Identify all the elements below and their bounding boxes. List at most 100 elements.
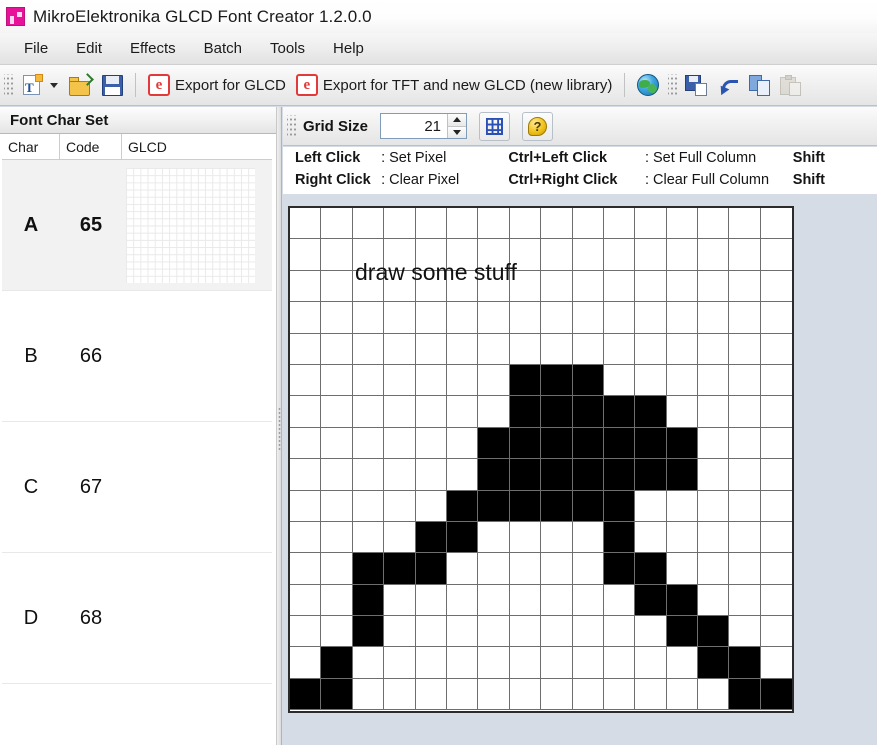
pixel-cell[interactable] (541, 584, 573, 617)
pixel-cell[interactable] (290, 584, 322, 617)
pixel-cell[interactable] (541, 616, 573, 648)
pixel-cell[interactable] (603, 427, 636, 460)
pixel-cell[interactable] (290, 678, 322, 711)
pixel-cell[interactable] (321, 364, 353, 397)
pixel-cell[interactable] (698, 239, 730, 271)
pixel-cell[interactable] (698, 553, 730, 585)
pixel-cell[interactable] (446, 364, 479, 397)
pixel-cell[interactable] (572, 333, 604, 365)
pixel-cell[interactable] (478, 396, 510, 428)
pixel-cell[interactable] (729, 239, 761, 271)
pixel-cell[interactable] (478, 553, 510, 585)
pixel-cell[interactable] (635, 584, 667, 617)
pixel-cell[interactable] (509, 678, 542, 711)
save-all-button[interactable] (680, 70, 712, 100)
pixel-grid[interactable] (290, 208, 793, 711)
pixel-cell[interactable] (729, 427, 761, 460)
pixel-cell[interactable] (321, 396, 353, 428)
pixel-cell[interactable] (635, 490, 667, 522)
pixel-cell[interactable] (698, 490, 730, 522)
pixel-cell[interactable] (635, 364, 667, 397)
pixel-cell[interactable] (290, 333, 322, 365)
pixel-cell[interactable] (352, 302, 385, 334)
grid-size-input[interactable]: 21 (381, 114, 448, 138)
pixel-cell[interactable] (698, 302, 730, 334)
pixel-cell[interactable] (666, 396, 699, 428)
pixel-cell[interactable] (760, 678, 793, 711)
table-row[interactable]: A 65 (2, 160, 272, 291)
pixel-cell[interactable] (321, 584, 353, 617)
new-font-button[interactable]: T (16, 70, 63, 100)
pixel-cell[interactable] (509, 584, 542, 617)
table-row[interactable]: B 66 (2, 291, 272, 422)
pixel-cell[interactable] (290, 270, 322, 303)
pixel-cell[interactable] (729, 396, 761, 428)
pixel-cell[interactable] (541, 521, 573, 554)
pixel-cell[interactable] (415, 459, 447, 491)
pixel-cell[interactable] (415, 208, 447, 240)
pixel-cell[interactable] (446, 678, 479, 711)
pixel-cell[interactable] (760, 239, 793, 271)
pixel-cell[interactable] (666, 270, 699, 303)
pixel-cell[interactable] (415, 584, 447, 617)
pixel-cell[interactable] (509, 459, 542, 491)
pixel-cell[interactable] (415, 678, 447, 711)
pixel-cell[interactable] (446, 521, 479, 554)
pixel-cell[interactable] (541, 270, 573, 303)
pixel-cell[interactable] (384, 553, 416, 585)
pixel-cell[interactable] (352, 553, 385, 585)
pixel-cell[interactable] (635, 427, 667, 460)
toolbar-grip[interactable] (668, 74, 678, 96)
pixel-cell[interactable] (415, 647, 447, 679)
pixel-cell[interactable] (729, 459, 761, 491)
pixel-cell[interactable] (572, 490, 604, 522)
pixel-cell[interactable] (446, 459, 479, 491)
pixel-cell[interactable] (321, 302, 353, 334)
pixel-cell[interactable] (509, 647, 542, 679)
pixel-cell[interactable] (666, 490, 699, 522)
pixel-cell[interactable] (352, 616, 385, 648)
pixel-cell[interactable] (446, 239, 479, 271)
pixel-cell[interactable] (509, 427, 542, 460)
pixel-cell[interactable] (572, 584, 604, 617)
pixel-cell[interactable] (603, 490, 636, 522)
pixel-cell[interactable] (446, 333, 479, 365)
pixel-cell[interactable] (760, 396, 793, 428)
pixel-cell[interactable] (509, 521, 542, 554)
pixel-cell[interactable] (760, 490, 793, 522)
pixel-cell[interactable] (666, 459, 699, 491)
toolbar-grip[interactable] (287, 115, 296, 137)
pixel-cell[interactable] (760, 333, 793, 365)
pixel-cell[interactable] (415, 333, 447, 365)
web-button[interactable] (632, 70, 664, 100)
pixel-cell[interactable] (541, 208, 573, 240)
pixel-cell[interactable] (384, 521, 416, 554)
pixel-cell[interactable] (666, 584, 699, 617)
pixel-cell[interactable] (635, 459, 667, 491)
pixel-cell[interactable] (698, 584, 730, 617)
pixel-cell[interactable] (352, 239, 385, 271)
pixel-cell[interactable] (509, 208, 542, 240)
pixel-cell[interactable] (415, 427, 447, 460)
pixel-cell[interactable] (635, 678, 667, 711)
pixel-cell[interactable] (446, 396, 479, 428)
pixel-cell[interactable] (572, 208, 604, 240)
pixel-cell[interactable] (384, 270, 416, 303)
pixel-cell[interactable] (509, 616, 542, 648)
pixel-cell[interactable] (760, 616, 793, 648)
pixel-cell[interactable] (666, 208, 699, 240)
pixel-cell[interactable] (478, 333, 510, 365)
grid-size-stepper[interactable]: 21 (380, 113, 468, 139)
pixel-cell[interactable] (321, 616, 353, 648)
toolbar-grip[interactable] (4, 74, 13, 96)
pixel-cell[interactable] (666, 427, 699, 460)
pixel-cell[interactable] (541, 459, 573, 491)
pixel-cell[interactable] (290, 239, 322, 271)
save-button[interactable] (97, 70, 128, 100)
pixel-cell[interactable] (572, 364, 604, 397)
pixel-cell[interactable] (352, 208, 385, 240)
pixel-cell[interactable] (603, 678, 636, 711)
pixel-cell[interactable] (635, 270, 667, 303)
pixel-cell[interactable] (415, 616, 447, 648)
pixel-cell[interactable] (635, 616, 667, 648)
